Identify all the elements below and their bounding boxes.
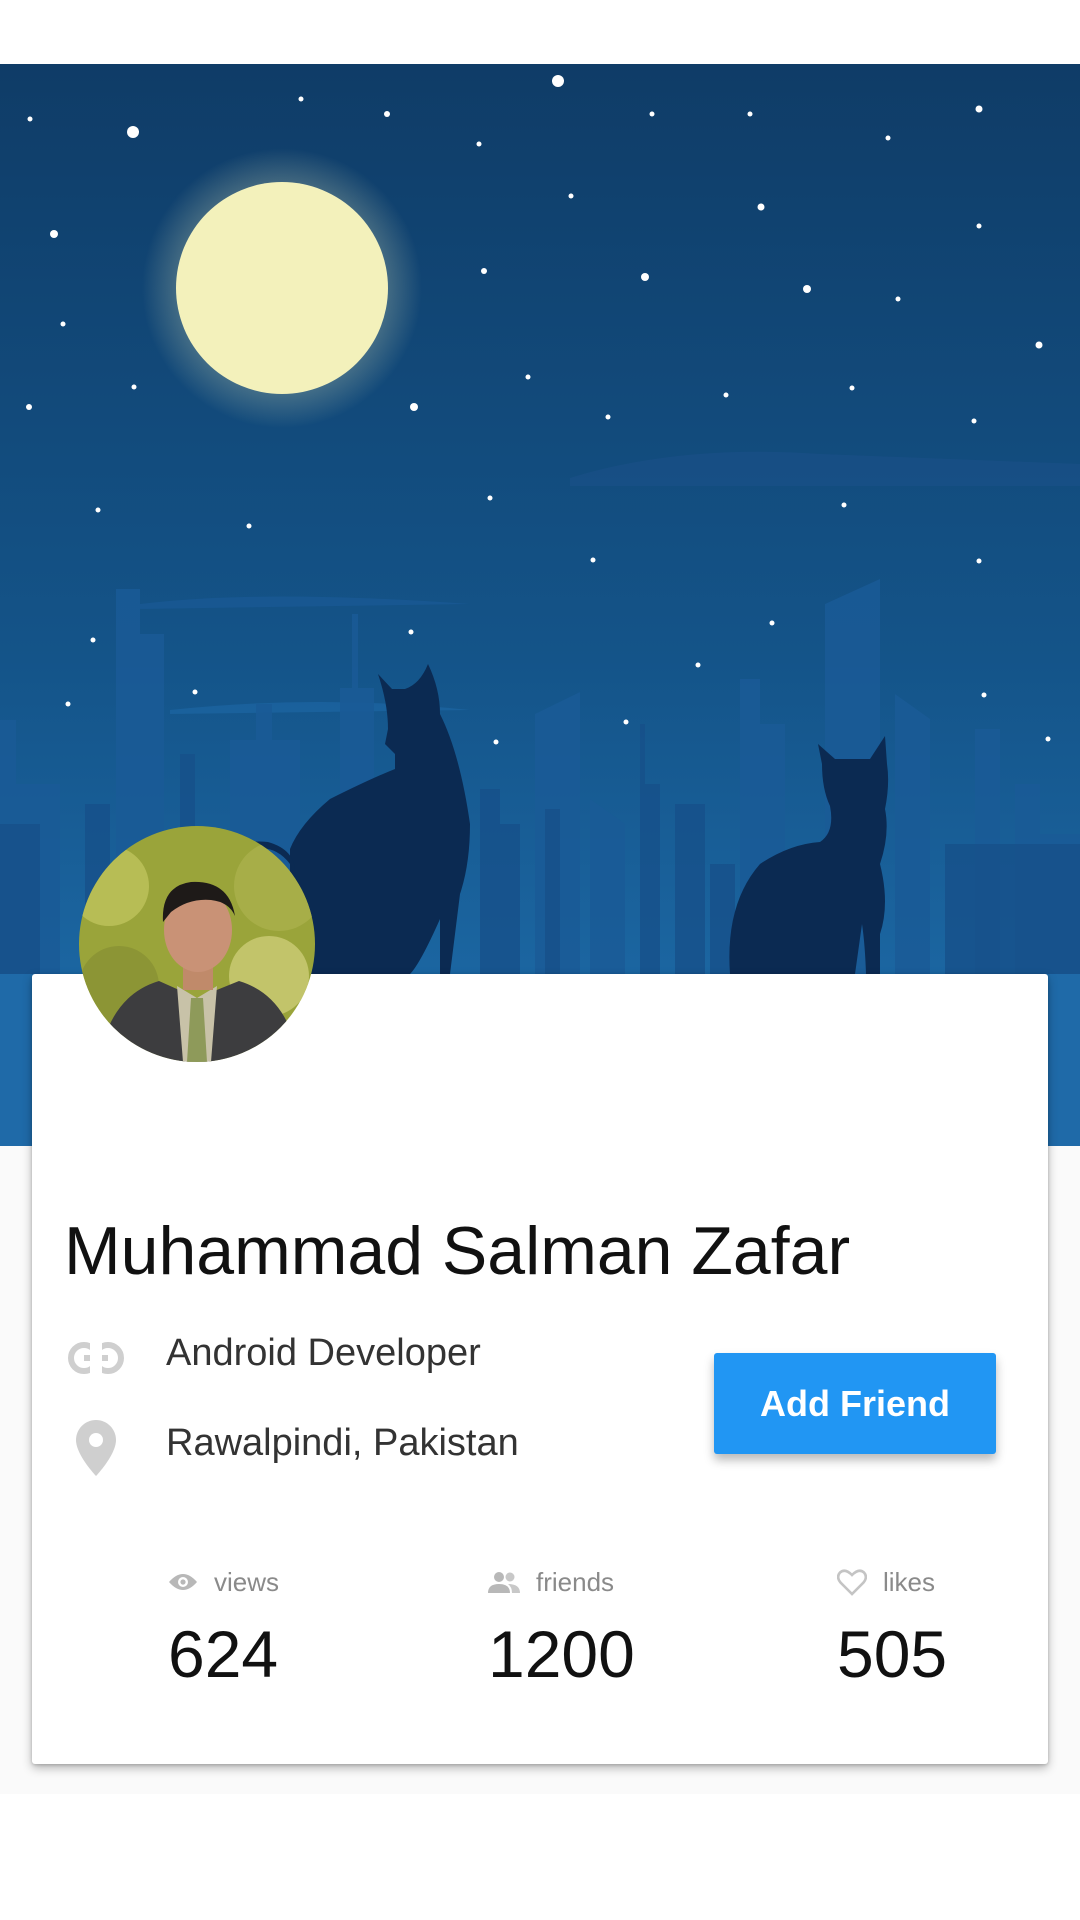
link-icon — [68, 1342, 124, 1379]
stat-label: views — [214, 1566, 280, 1597]
location-pin-icon — [76, 1420, 116, 1481]
stat-value: 505 — [837, 1617, 948, 1691]
profile-name: Muhammad Salman Zafar — [64, 1213, 851, 1289]
stat-likes: likes 505 — [837, 1563, 947, 1687]
stat-label: friends — [536, 1566, 615, 1597]
add-friend-button[interactable]: Add Friend — [714, 1353, 996, 1454]
stat-friends: friends 1200 — [488, 1563, 635, 1687]
profile-location: Rawalpindi, Pakistan — [166, 1422, 519, 1464]
eye-icon — [168, 1572, 214, 1592]
avatar — [79, 826, 315, 1062]
stat-value: 624 — [168, 1617, 279, 1691]
people-icon — [488, 1571, 536, 1593]
stat-value: 1200 — [488, 1617, 635, 1691]
heart-icon — [837, 1568, 883, 1596]
moon — [176, 182, 388, 394]
stat-views: views 624 — [168, 1563, 280, 1691]
profile-title: Android Developer — [166, 1332, 481, 1374]
stat-label: likes — [883, 1566, 936, 1597]
